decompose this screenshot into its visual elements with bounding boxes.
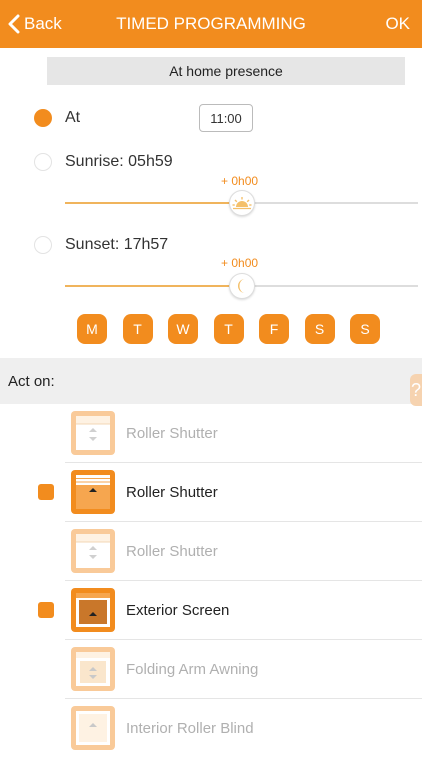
sunrise-icon bbox=[232, 197, 252, 210]
day-friday-button[interactable]: F bbox=[259, 314, 289, 344]
sunrise-slider-fill bbox=[65, 202, 241, 204]
ok-button[interactable]: OK bbox=[385, 0, 410, 48]
day-saturday-button[interactable]: S bbox=[304, 314, 335, 344]
act-on-label: Act on: bbox=[8, 372, 55, 390]
roller-shutter-icon bbox=[71, 470, 115, 514]
sunset-offset: + 0h00 bbox=[221, 256, 259, 270]
day-thursday-button[interactable]: T bbox=[213, 314, 244, 344]
device-row[interactable]: Interior Roller Blind bbox=[0, 699, 422, 758]
folding-arm-awning-icon bbox=[71, 647, 115, 691]
help-button[interactable]: ? bbox=[410, 374, 422, 406]
device-name: Exterior Screen bbox=[126, 602, 230, 619]
act-on-header: Act on: bbox=[0, 358, 422, 404]
device-name: Folding Arm Awning bbox=[126, 661, 259, 678]
day-tuesday-button[interactable]: T bbox=[122, 314, 153, 344]
device-name: Roller Shutter bbox=[126, 543, 218, 560]
exterior-screen-icon bbox=[71, 588, 115, 632]
at-label: At bbox=[65, 109, 81, 126]
interior-roller-blind-icon bbox=[71, 706, 115, 750]
time-field[interactable]: 11:00 bbox=[199, 104, 253, 132]
day-monday-button[interactable]: M bbox=[77, 314, 107, 344]
nav-bar: Back TIMED PROGRAMMING OK bbox=[0, 0, 422, 48]
roller-shutter-icon bbox=[71, 411, 115, 455]
device-name: Roller Shutter bbox=[126, 425, 218, 442]
device-row[interactable]: Roller Shutter bbox=[0, 404, 422, 463]
sunset-slider-thumb[interactable] bbox=[229, 273, 255, 299]
weekday-selector: M T W T F S S bbox=[77, 314, 380, 344]
sunrise-label: Sunrise: 05h59 bbox=[65, 153, 173, 170]
at-radio[interactable] bbox=[34, 109, 52, 127]
sunrise-offset: + 0h00 bbox=[221, 174, 259, 188]
device-row[interactable]: Roller Shutter bbox=[0, 463, 422, 522]
sunset-slider-fill bbox=[65, 285, 241, 287]
day-wednesday-button[interactable]: W bbox=[168, 314, 198, 344]
device-checkbox[interactable] bbox=[38, 602, 54, 618]
page-title: TIMED PROGRAMMING bbox=[116, 14, 306, 33]
device-row[interactable]: Folding Arm Awning bbox=[0, 640, 422, 699]
device-name: Interior Roller Blind bbox=[126, 720, 254, 737]
sunrise-radio[interactable] bbox=[34, 153, 52, 171]
device-row[interactable]: Roller Shutter bbox=[0, 522, 422, 581]
device-row[interactable]: Exterior Screen bbox=[0, 581, 422, 640]
sunrise-slider-thumb[interactable] bbox=[229, 190, 255, 216]
sunset-label: Sunset: 17h57 bbox=[65, 236, 169, 253]
device-name: Roller Shutter bbox=[126, 484, 218, 501]
moon-icon bbox=[238, 279, 245, 293]
day-sunday-button[interactable]: S bbox=[350, 314, 380, 344]
sunset-radio[interactable] bbox=[34, 236, 52, 254]
device-checkbox[interactable] bbox=[38, 484, 54, 500]
presence-mode-bar[interactable]: At home presence bbox=[47, 57, 405, 85]
roller-shutter-icon bbox=[71, 529, 115, 573]
